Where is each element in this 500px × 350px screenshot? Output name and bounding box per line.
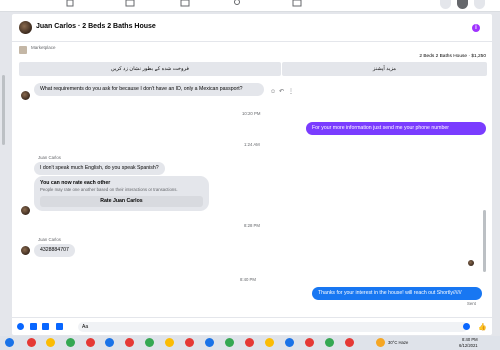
account-icon[interactable]: [474, 0, 485, 9]
photo-icon[interactable]: [30, 323, 37, 330]
app-icon[interactable]: [125, 338, 134, 347]
app-icon[interactable]: [145, 338, 154, 347]
sticker-icon[interactable]: [42, 323, 49, 330]
weather-text[interactable]: 30°C Haze: [388, 340, 408, 345]
app-icon[interactable]: [66, 338, 75, 347]
clock-time[interactable]: 8:40 PM: [462, 337, 478, 342]
sender-name: Juan Carlos: [38, 155, 61, 160]
composer: 👍: [12, 317, 492, 335]
app-icon[interactable]: [325, 338, 334, 347]
incoming-message: 4328884707: [34, 244, 75, 257]
weather-icon: [376, 338, 385, 347]
app-icon[interactable]: [165, 338, 174, 347]
more-icon[interactable]: ⋮: [288, 88, 294, 96]
listing-thumbnail[interactable]: [19, 46, 27, 54]
avatar[interactable]: [19, 21, 32, 34]
app-icon[interactable]: [225, 338, 234, 347]
message-input[interactable]: [78, 322, 468, 332]
marketplace-icon[interactable]: [180, 0, 190, 7]
incoming-message: I don't speak much English, do you speak…: [34, 162, 165, 175]
app-icon[interactable]: [105, 338, 114, 347]
app-icon[interactable]: [27, 338, 36, 347]
app-icon[interactable]: [305, 338, 314, 347]
incoming-message: What requirements do you ask for because…: [34, 83, 264, 96]
reply-icon[interactable]: ↶: [279, 88, 284, 96]
listing-price[interactable]: 2 Beds 2 Baths House · $1,250: [419, 54, 486, 59]
outgoing-message: Thanks for your interest in the house! w…: [312, 287, 482, 300]
add-icon[interactable]: [17, 323, 24, 330]
rate-title: You can now rate each other: [40, 180, 111, 186]
rate-card: You can now rate each other People may r…: [34, 176, 209, 211]
taskbar: 30°C Haze 8:40 PM 6/12/2021: [0, 336, 500, 350]
screen: Juan Carlos · 2 Beds 2 Baths House i Mar…: [0, 0, 500, 350]
outgoing-message: For your more information just send me y…: [306, 122, 486, 135]
sender-avatar[interactable]: [21, 91, 30, 100]
react-icon[interactable]: ☺: [270, 88, 276, 96]
rate-button[interactable]: Rate Juan Carlos: [40, 196, 203, 207]
emoji-icon[interactable]: [463, 323, 470, 330]
marketplace-label: Marketplace: [31, 45, 56, 50]
watch-icon[interactable]: [125, 0, 135, 7]
app-icon[interactable]: [345, 338, 354, 347]
app-icon[interactable]: [265, 338, 274, 347]
app-icon[interactable]: [46, 338, 55, 347]
menu-icon[interactable]: [440, 0, 451, 9]
rate-subtitle: People may rate one another based on the…: [40, 187, 178, 192]
gif-icon[interactable]: [56, 323, 63, 330]
chat-window: Juan Carlos · 2 Beds 2 Baths House i Mar…: [12, 14, 492, 335]
app-icon[interactable]: [245, 338, 254, 347]
start-icon[interactable]: [5, 338, 14, 347]
sent-status: Sent: [467, 301, 476, 306]
chat-header: Juan Carlos · 2 Beds 2 Baths House i: [12, 14, 492, 42]
top-navigation: [0, 0, 500, 12]
info-icon[interactable]: i: [472, 24, 480, 32]
clock-date[interactable]: 6/12/2021: [459, 343, 478, 348]
app-icon[interactable]: [185, 338, 194, 347]
more-options-button[interactable]: مزید آپشنز: [282, 62, 487, 76]
mark-as-sold-button[interactable]: فروخت شده کے بطور نشان زد کریں: [19, 62, 281, 76]
app-icon[interactable]: [86, 338, 95, 347]
timestamp: 1:24 AM: [244, 142, 260, 147]
sender-name: Juan Carlos: [38, 237, 61, 242]
scrollbar[interactable]: [483, 210, 486, 272]
notifications-icon[interactable]: [457, 0, 468, 9]
page-scrollbar[interactable]: [2, 75, 5, 145]
seen-avatar: [468, 260, 474, 266]
gaming-icon[interactable]: [292, 0, 302, 7]
app-icon[interactable]: [285, 338, 294, 347]
timestamp: 8:40 PM: [240, 277, 257, 282]
timestamp: 8:28 PM: [244, 223, 261, 228]
home-icon[interactable]: [65, 0, 75, 7]
app-icon[interactable]: [205, 338, 214, 347]
chat-title[interactable]: Juan Carlos · 2 Beds 2 Baths House: [36, 23, 156, 30]
like-icon[interactable]: 👍: [478, 323, 487, 331]
groups-icon[interactable]: [232, 0, 242, 7]
sender-avatar[interactable]: [21, 246, 30, 255]
message-actions: ☺ ↶ ⋮: [270, 88, 300, 96]
timestamp: 10:20 PM: [242, 111, 261, 116]
sender-avatar[interactable]: [21, 206, 30, 215]
